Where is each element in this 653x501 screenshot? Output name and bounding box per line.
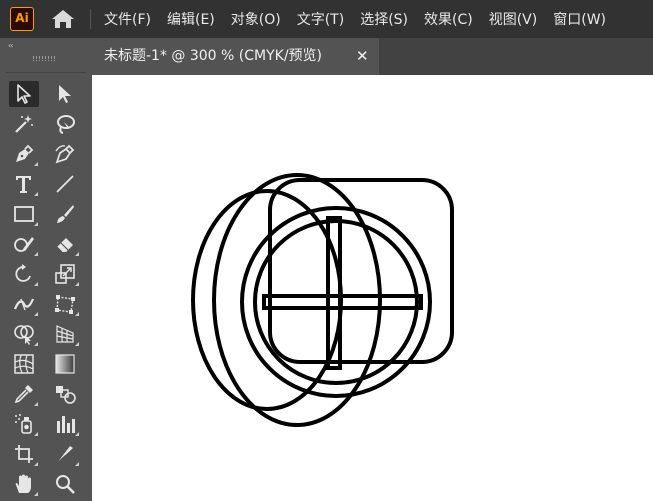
column-graph-tool[interactable] [50, 411, 80, 437]
symbol-sprayer-icon [15, 414, 32, 434]
blend-icon [56, 386, 76, 404]
rotate-icon [15, 264, 31, 282]
perspective-grid-icon [56, 325, 74, 343]
arrow-outline-icon [17, 84, 31, 104]
slice-tool[interactable] [50, 441, 80, 467]
shaper-icon [14, 237, 34, 252]
inner-circle[interactable] [253, 219, 419, 385]
shape-builder-tool[interactable] [9, 321, 39, 347]
curvature-tool[interactable] [50, 141, 80, 167]
collapse-panel-icon[interactable]: ‹‹ [8, 41, 14, 50]
document-tab-bar: 未标题-1* @ 300 % (CMYK/预览) ✕ [92, 38, 653, 75]
toolbar-divider [6, 72, 86, 73]
eraser-tool[interactable] [50, 231, 80, 257]
menu-edit[interactable]: 编辑(E) [167, 9, 215, 29]
menu-window[interactable]: 窗口(W) [553, 9, 606, 29]
menu-bar: Ai 文件(F) 编辑(E) 对象(O) 文字(T) 选择(S) 效果(C) 视… [0, 0, 653, 38]
artboard-icon [15, 445, 33, 463]
close-icon[interactable]: ✕ [356, 38, 369, 75]
menu-items: 文件(F) 编辑(E) 对象(O) 文字(T) 选择(S) 效果(C) 视图(V… [104, 0, 622, 38]
menu-object[interactable]: 对象(O) [231, 9, 281, 29]
brush-icon [57, 205, 74, 223]
artboard-canvas[interactable] [92, 75, 653, 501]
type-tool[interactable] [9, 171, 39, 197]
home-icon[interactable] [50, 8, 76, 30]
hand-icon [15, 474, 31, 493]
perspective-grid-tool[interactable] [50, 321, 80, 347]
direct-selection-tool[interactable] [50, 81, 80, 107]
menu-view[interactable]: 视图(V) [489, 9, 538, 29]
lasso-tool[interactable] [50, 111, 80, 137]
selection-tool[interactable] [9, 81, 39, 107]
magic-wand-tool[interactable] [9, 111, 39, 137]
curvature-pen-icon [55, 144, 75, 164]
rotate-tool[interactable] [9, 261, 39, 287]
free-transform-tool[interactable] [50, 291, 80, 317]
gradient-icon [55, 354, 75, 374]
paintbrush-tool[interactable] [50, 201, 80, 227]
zoom-icon [56, 475, 75, 494]
slice-icon [56, 446, 73, 464]
document-tab[interactable]: 未标题-1* @ 300 % (CMYK/预览) ✕ [92, 38, 379, 75]
line-icon [56, 175, 74, 193]
app-logo[interactable]: Ai [10, 7, 34, 31]
pen-icon [16, 144, 34, 162]
menu-type[interactable]: 文字(T) [297, 9, 344, 29]
column-graph-icon [57, 416, 75, 433]
line-segment-tool[interactable] [50, 171, 80, 197]
menu-select[interactable]: 选择(S) [360, 9, 408, 29]
pen-tool[interactable] [9, 141, 39, 167]
menu-divider [90, 9, 91, 29]
arrow-filled-icon [59, 85, 71, 103]
shaper-tool[interactable] [9, 231, 39, 257]
hand-tool[interactable] [9, 471, 39, 497]
symbol-sprayer-tool[interactable] [9, 411, 39, 437]
scale-tool[interactable] [50, 261, 80, 287]
document-tab-title: 未标题-1* @ 300 % (CMYK/预览) [104, 48, 323, 64]
eraser-icon [56, 238, 73, 253]
scale-icon [55, 264, 75, 284]
eyedropper-tool[interactable] [9, 381, 39, 407]
magic-wand-icon [15, 115, 33, 133]
zoom-tool[interactable] [50, 471, 80, 497]
artwork[interactable] [92, 75, 653, 501]
width-icon [13, 298, 35, 311]
lasso-icon [57, 115, 75, 134]
tools-panel: ‹‹ [0, 38, 92, 501]
type-icon [16, 176, 31, 193]
gradient-tool[interactable] [50, 351, 80, 377]
shape-builder-icon [14, 325, 34, 345]
width-tool[interactable] [9, 291, 39, 317]
blend-tool[interactable] [50, 381, 80, 407]
panel-grip[interactable] [33, 56, 55, 59]
rectangle-tool[interactable] [9, 201, 39, 227]
eyedropper-icon [14, 385, 33, 404]
mesh-icon [14, 354, 34, 374]
artboard-tool[interactable] [9, 441, 39, 467]
menu-file[interactable]: 文件(F) [104, 9, 151, 29]
panel-grip-line [33, 60, 55, 61]
free-transform-icon [55, 295, 75, 314]
mesh-tool[interactable] [9, 351, 39, 377]
rectangle-icon [14, 206, 34, 222]
menu-effect[interactable]: 效果(C) [424, 9, 473, 29]
